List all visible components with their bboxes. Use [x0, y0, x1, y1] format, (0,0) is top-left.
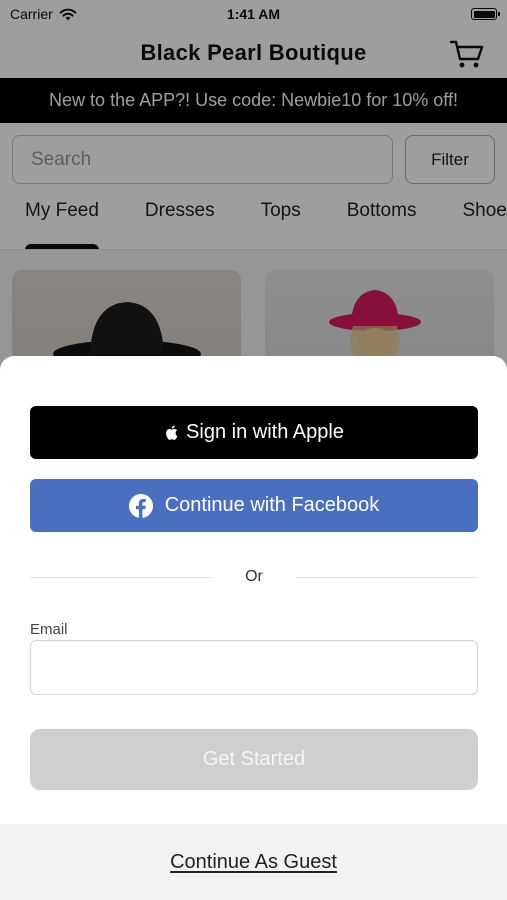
or-divider: Or: [30, 566, 478, 588]
divider-line: [296, 576, 478, 578]
facebook-logo-icon: [128, 493, 153, 518]
apple-logo-icon: [166, 425, 178, 440]
continue-with-facebook-button[interactable]: Continue with Facebook: [30, 479, 478, 532]
continue-as-guest-link[interactable]: Continue As Guest: [170, 851, 337, 874]
get-started-button[interactable]: Get Started: [30, 729, 478, 790]
divider-line: [30, 576, 212, 578]
email-field[interactable]: [30, 640, 478, 695]
email-label: Email: [30, 621, 68, 638]
facebook-button-label: Continue with Facebook: [164, 494, 380, 516]
divider-text: Or: [245, 568, 263, 585]
guest-footer: Continue As Guest: [0, 824, 507, 900]
sign-in-with-apple-button[interactable]: Sign in with Apple: [30, 406, 478, 459]
apple-button-label: Sign in with Apple: [186, 421, 344, 443]
login-sheet: Sign in with Apple Continue with Faceboo…: [0, 356, 507, 900]
